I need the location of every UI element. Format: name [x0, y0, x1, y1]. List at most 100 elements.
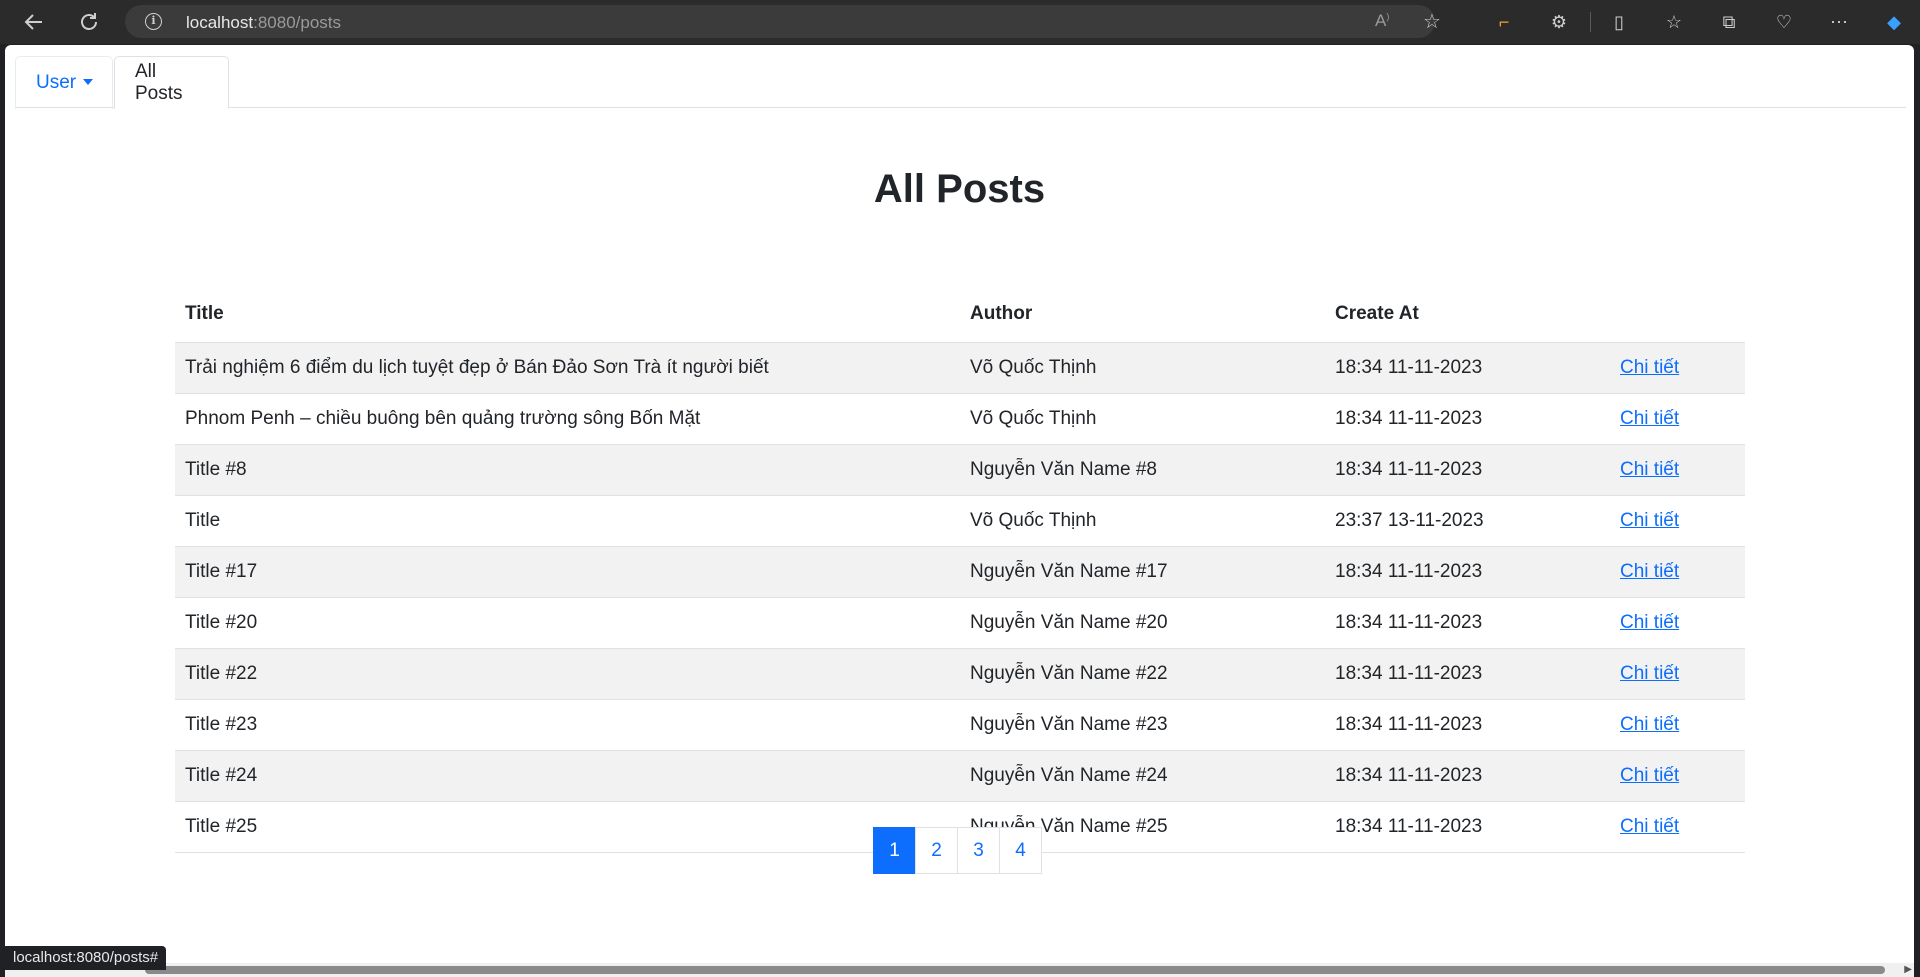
- cell-title: Title #17: [175, 546, 960, 598]
- url-text: localhost:8080/posts: [186, 13, 341, 33]
- cell-action: Chi tiết: [1610, 648, 1745, 700]
- page-button-2[interactable]: 2: [915, 827, 958, 874]
- cell-action: Chi tiết: [1610, 597, 1745, 649]
- cell-author: Nguyễn Văn Name #20: [960, 597, 1325, 649]
- url-path: :8080/posts: [253, 13, 342, 32]
- cell-title: Trải nghiệm 6 điểm du lịch tuyệt đẹp ở B…: [175, 342, 960, 394]
- cell-created: 18:34 11-11-2023: [1325, 546, 1610, 598]
- cell-action: Chi tiết: [1610, 444, 1745, 496]
- read-aloud-icon[interactable]: A): [1375, 11, 1389, 31]
- header-author: Author: [960, 286, 1325, 343]
- cell-action: Chi tiết: [1610, 342, 1745, 394]
- cell-author: Võ Quốc Thịnh: [960, 495, 1325, 547]
- cell-created: 18:34 11-11-2023: [1325, 801, 1610, 853]
- cell-title: Title #22: [175, 648, 960, 700]
- back-arrow-icon[interactable]: [20, 8, 48, 36]
- detail-link[interactable]: Chi tiết: [1620, 510, 1679, 531]
- detail-link[interactable]: Chi tiết: [1620, 714, 1679, 735]
- cell-action: Chi tiết: [1610, 699, 1745, 751]
- cell-action: Chi tiết: [1610, 546, 1745, 598]
- reload-icon[interactable]: [75, 8, 103, 36]
- tab-all-posts-label: All Posts: [135, 60, 183, 104]
- cell-created: 23:37 13-11-2023: [1325, 495, 1610, 547]
- site-info-icon[interactable]: i: [145, 13, 162, 30]
- split-screen-icon[interactable]: ▯: [1605, 8, 1633, 36]
- cell-created: 18:34 11-11-2023: [1325, 597, 1610, 649]
- cell-title: Title #20: [175, 597, 960, 649]
- scrollbar-thumb[interactable]: [145, 966, 1885, 974]
- caret-down-icon: [83, 79, 94, 85]
- favorite-star-icon[interactable]: ☆: [1423, 9, 1441, 34]
- page-button-3[interactable]: 3: [957, 827, 1000, 874]
- table-row: Phnom Penh – chiều buông bên quảng trườn…: [175, 393, 1745, 445]
- table-row: Title #20 Nguyễn Văn Name #20 18:34 11-1…: [175, 597, 1745, 649]
- detail-link[interactable]: Chi tiết: [1620, 357, 1679, 378]
- detail-link[interactable]: Chi tiết: [1620, 765, 1679, 786]
- cell-title: Title: [175, 495, 960, 547]
- table-row: Title #17 Nguyễn Văn Name #17 18:34 11-1…: [175, 546, 1745, 598]
- table-header-row: Title Author Create At: [175, 286, 1745, 343]
- table-row: Title #24 Nguyễn Văn Name #24 18:34 11-1…: [175, 750, 1745, 802]
- page-button-4[interactable]: 4: [999, 827, 1042, 874]
- browser-toolbar: i localhost:8080/posts A) ☆ ⌐ ⚙ ▯ ☆ ⧉ ♡ …: [0, 0, 1920, 44]
- table-row: Title #22 Nguyễn Văn Name #22 18:34 11-1…: [175, 648, 1745, 700]
- cell-action: Chi tiết: [1610, 393, 1745, 445]
- cell-author: Võ Quốc Thịnh: [960, 342, 1325, 394]
- detail-link[interactable]: Chi tiết: [1620, 816, 1679, 837]
- detail-link[interactable]: Chi tiết: [1620, 561, 1679, 582]
- header-title: Title: [175, 286, 960, 343]
- browser-essentials-icon[interactable]: ♡: [1770, 8, 1798, 36]
- cell-created: 18:34 11-11-2023: [1325, 393, 1610, 445]
- header-actions: [1610, 286, 1745, 343]
- detail-link[interactable]: Chi tiết: [1620, 612, 1679, 633]
- cell-action: Chi tiết: [1610, 801, 1745, 853]
- cell-title: Title #25: [175, 801, 960, 853]
- cell-created: 18:34 11-11-2023: [1325, 648, 1610, 700]
- cell-title: Title #24: [175, 750, 960, 802]
- tab-user-label: User: [36, 72, 77, 93]
- cell-title: Title #8: [175, 444, 960, 496]
- copilot-icon[interactable]: ◆: [1880, 8, 1908, 36]
- address-bar[interactable]: i localhost:8080/posts A) ☆: [125, 5, 1441, 38]
- cell-author: Nguyễn Văn Name #17: [960, 546, 1325, 598]
- tab-all-posts[interactable]: All Posts: [114, 56, 229, 109]
- cell-title: Title #23: [175, 699, 960, 751]
- url-host: localhost: [186, 13, 254, 32]
- page-viewport: User All Posts All Posts Title Author Cr…: [5, 45, 1914, 977]
- detail-link[interactable]: Chi tiết: [1620, 408, 1679, 429]
- cell-created: 18:34 11-11-2023: [1325, 444, 1610, 496]
- header-create-at: Create At: [1325, 286, 1610, 343]
- cell-created: 18:34 11-11-2023: [1325, 699, 1610, 751]
- cell-author: Nguyễn Văn Name #24: [960, 750, 1325, 802]
- page-button-1[interactable]: 1: [873, 827, 916, 874]
- table-row: Title #8 Nguyễn Văn Name #8 18:34 11-11-…: [175, 444, 1745, 496]
- cell-action: Chi tiết: [1610, 495, 1745, 547]
- cell-title: Phnom Penh – chiều buông bên quảng trườn…: [175, 393, 960, 445]
- cell-created: 18:34 11-11-2023: [1325, 750, 1610, 802]
- pagination: 1 2 3 4: [873, 827, 1042, 874]
- table-row: Title Võ Quốc Thịnh 23:37 13-11-2023 Chi…: [175, 495, 1745, 547]
- cell-action: Chi tiết: [1610, 750, 1745, 802]
- table-row: Title #23 Nguyễn Văn Name #23 18:34 11-1…: [175, 699, 1745, 751]
- detail-link[interactable]: Chi tiết: [1620, 663, 1679, 684]
- cell-created: 18:34 11-11-2023: [1325, 342, 1610, 394]
- cell-author: Nguyễn Văn Name #23: [960, 699, 1325, 751]
- favorites-icon[interactable]: ☆: [1660, 8, 1688, 36]
- extension-icon[interactable]: ⌐: [1490, 8, 1518, 36]
- cell-author: Nguyễn Văn Name #22: [960, 648, 1325, 700]
- table-row: Trải nghiệm 6 điểm du lịch tuyệt đẹp ở B…: [175, 342, 1745, 394]
- extensions-puzzle-icon[interactable]: ⚙: [1545, 8, 1573, 36]
- page-title: All Posts: [873, 167, 1046, 211]
- nav-tabs: User All Posts: [15, 56, 1906, 109]
- posts-table: Title Author Create At Trải nghiệm 6 điể…: [175, 286, 1745, 853]
- tab-user-dropdown[interactable]: User: [15, 56, 113, 109]
- collections-icon[interactable]: ⧉: [1715, 8, 1743, 36]
- cell-author: Võ Quốc Thịnh: [960, 393, 1325, 445]
- scroll-right-arrow-icon[interactable]: ▶: [1904, 964, 1912, 975]
- cell-author: Nguyễn Văn Name #8: [960, 444, 1325, 496]
- horizontal-scrollbar[interactable]: ▶: [5, 963, 1914, 977]
- detail-link[interactable]: Chi tiết: [1620, 459, 1679, 480]
- more-menu-icon[interactable]: ⋯: [1825, 8, 1853, 36]
- status-bar-url: localhost:8080/posts#: [5, 946, 167, 970]
- toolbar-divider: [1590, 12, 1591, 32]
